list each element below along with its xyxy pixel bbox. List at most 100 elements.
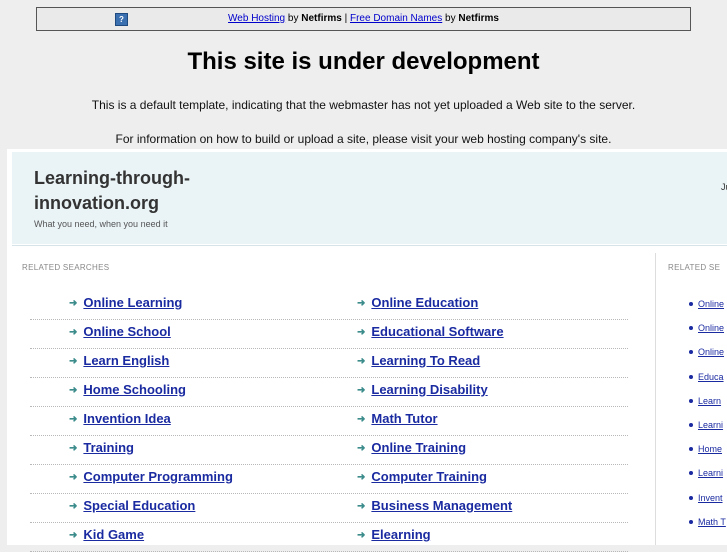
related-search-item: ➜ Learning Disability — [357, 382, 488, 397]
bullet-icon — [689, 447, 693, 452]
related-search-link[interactable]: Math Tutor — [371, 411, 437, 426]
related-search-item: ➜ Training — [69, 440, 134, 455]
web-hosting-link[interactable]: Web Hosting — [228, 13, 285, 24]
side-search-link[interactable]: Online — [698, 299, 724, 309]
side-search-item: Online — [689, 323, 724, 333]
related-search-link[interactable]: Computer Training — [371, 469, 487, 484]
arrow-icon: ➜ — [69, 414, 78, 425]
related-search-item: ➜ Kid Game — [69, 527, 144, 542]
side-search-item: Educa — [689, 372, 724, 382]
arrow-icon: ➜ — [69, 501, 78, 512]
arrow-icon: ➜ — [69, 298, 78, 309]
arrow-icon: ➜ — [69, 327, 78, 338]
side-search-item: Online — [689, 347, 724, 357]
side-search-link[interactable]: Online — [698, 323, 724, 333]
bullet-icon — [689, 374, 693, 379]
related-searches-label: RELATED SEARCHES — [22, 263, 110, 272]
arrow-icon: ➜ — [357, 356, 366, 367]
side-search-item: Online — [689, 299, 724, 309]
related-search-item: ➜ Business Management — [357, 498, 512, 513]
header-date: Ju — [721, 182, 727, 192]
side-search-link[interactable]: Educa — [698, 372, 724, 382]
table-row: ➜ Invention Idea ➜ Math Tutor — [30, 407, 628, 436]
netfirms-banner: ? Web Hosting by Netfirms | Free Domain … — [36, 7, 691, 31]
free-domain-names-link[interactable]: Free Domain Names — [350, 13, 442, 24]
arrow-icon: ➜ — [69, 385, 78, 396]
netfirms-brand: Netfirms — [301, 13, 342, 24]
netfirms-brand-2: Netfirms — [458, 13, 499, 24]
column-divider — [655, 253, 656, 545]
related-search-link[interactable]: Educational Software — [371, 324, 503, 339]
related-search-link[interactable]: Invention Idea — [83, 411, 170, 426]
related-search-item: ➜ Online Learning — [69, 295, 182, 310]
side-search-link[interactable]: Invent — [698, 493, 723, 503]
related-search-link[interactable]: Training — [83, 440, 134, 455]
arrow-icon: ➜ — [69, 530, 78, 541]
related-search-item: ➜ Computer Training — [357, 469, 487, 484]
table-row: ➜ Online School ➜ Educational Software — [30, 320, 628, 349]
related-search-item: ➜ Math Tutor — [357, 411, 438, 426]
arrow-icon: ➜ — [357, 530, 366, 541]
table-row: ➜ Kid Game ➜ Elearning — [30, 523, 628, 552]
related-searches-side-label: RELATED SE — [668, 263, 721, 272]
related-search-link[interactable]: Kid Game — [83, 527, 144, 542]
side-search-link[interactable]: Learni — [698, 468, 723, 478]
arrow-icon: ➜ — [69, 356, 78, 367]
banner-separator: | — [341, 13, 350, 24]
site-tagline: What you need, when you need it — [34, 219, 168, 229]
related-search-link[interactable]: Computer Programming — [83, 469, 233, 484]
related-search-item: ➜ Computer Programming — [69, 469, 233, 484]
page-heading: This site is under development — [187, 48, 540, 75]
related-search-item: ➜ Elearning — [357, 527, 431, 542]
related-search-link[interactable]: Online Training — [371, 440, 466, 455]
related-search-link[interactable]: Home Schooling — [83, 382, 186, 397]
bullet-icon — [689, 350, 693, 355]
banner-by-text-2: by — [442, 13, 459, 24]
site-title: Learning-through-innovation.org — [34, 168, 190, 213]
arrow-icon: ➜ — [357, 385, 366, 396]
table-row: ➜ Training ➜ Online Training — [30, 436, 628, 465]
arrow-icon: ➜ — [357, 443, 366, 454]
bullet-icon — [689, 519, 693, 524]
related-search-link[interactable]: Online Education — [371, 295, 478, 310]
bullet-icon — [689, 302, 693, 306]
arrow-icon: ➜ — [69, 443, 78, 454]
arrow-icon: ➜ — [357, 327, 366, 338]
related-search-link[interactable]: Special Education — [83, 498, 195, 513]
header-divider — [12, 245, 727, 246]
arrow-icon: ➜ — [357, 501, 366, 512]
banner-links: Web Hosting by Netfirms | Free Domain Na… — [37, 13, 690, 24]
related-search-item: ➜ Special Education — [69, 498, 195, 513]
side-search-link[interactable]: Home — [698, 444, 722, 454]
arrow-icon: ➜ — [69, 472, 78, 483]
related-search-link[interactable]: Learning Disability — [371, 382, 487, 397]
bullet-icon — [689, 398, 693, 403]
related-search-link[interactable]: Business Management — [371, 498, 512, 513]
related-search-link[interactable]: Learn English — [83, 353, 169, 368]
related-search-link[interactable]: Elearning — [371, 527, 430, 542]
bullet-icon — [689, 423, 693, 427]
related-search-link[interactable]: Learning To Read — [371, 353, 480, 368]
related-search-item: ➜ Learning To Read — [357, 353, 480, 368]
side-search-link[interactable]: Online — [698, 347, 724, 357]
side-search-link[interactable]: Learn — [698, 396, 721, 406]
side-search-link[interactable]: Math T — [698, 517, 726, 527]
bullet-icon — [689, 471, 693, 476]
table-row: ➜ Learn English ➜ Learning To Read — [30, 349, 628, 378]
related-search-item: ➜ Online Education — [357, 295, 478, 310]
banner-by-text: by — [285, 13, 302, 24]
table-row: ➜ Online Learning ➜ Online Education — [30, 291, 628, 320]
related-search-link[interactable]: Online Learning — [83, 295, 182, 310]
side-search-item: Invent — [689, 493, 723, 503]
site-header: Learning-through-innovation.org What you… — [12, 152, 727, 244]
bullet-icon — [689, 326, 693, 331]
related-search-item: ➜ Learn English — [69, 353, 169, 368]
related-search-link[interactable]: Online School — [83, 324, 170, 339]
related-search-item: ➜ Online Training — [357, 440, 466, 455]
arrow-icon: ➜ — [357, 414, 366, 425]
related-search-item: ➜ Home Schooling — [69, 382, 186, 397]
related-search-item: ➜ Invention Idea — [69, 411, 171, 426]
arrow-icon: ➜ — [357, 298, 366, 309]
side-search-link[interactable]: Learni — [698, 420, 723, 430]
side-search-item: Learn — [689, 396, 721, 406]
